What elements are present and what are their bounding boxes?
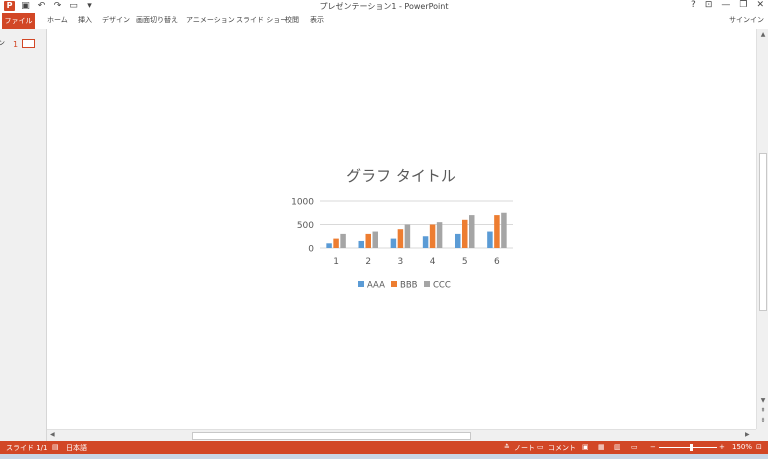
x-axis-ticks: 1 2 3 4 5 6 [333,257,500,267]
pane-label-fragment: ン [0,39,5,47]
scroll-left-icon[interactable]: ◀ [50,431,55,438]
slideshow-view-icon[interactable]: ▭ [631,443,638,451]
chart-legend: AAA BBB CCC [358,281,451,291]
horizontal-scroll-thumb[interactable] [192,432,471,440]
x-tick-label: 1 [333,257,339,267]
bar-aaa [358,240,364,248]
ribbon-display-options-icon[interactable]: ⊡ [705,0,713,10]
workspace: ン 1 グラフ タイトル 0 500 1000 1 2 3 4 5 6 AAA BBB CCC ▲… [0,29,768,441]
signin-link[interactable]: サインイン [729,15,764,25]
normal-view-icon[interactable]: ▣ [582,443,589,451]
scroll-down-icon[interactable]: ▼ [757,397,768,404]
zoom-in-button[interactable]: + [719,443,725,451]
chart[interactable]: グラフ タイトル 0 500 1000 1 2 3 4 5 6 AAA BBB CCC [47,29,756,429]
tab-transitions[interactable]: 画面切り替え [136,15,178,25]
bar-aaa [422,236,429,248]
close-icon[interactable]: ✕ [756,0,764,10]
y-tick-label: 0 [308,245,314,255]
comments-button[interactable]: コメント [548,443,576,453]
bar-bbb [365,233,371,248]
x-tick-label: 6 [494,257,500,267]
tab-slideshow[interactable]: スライド ショー [236,15,287,25]
notes-button[interactable]: ノート [514,443,535,453]
zoom-out-button[interactable]: − [650,443,656,451]
bar-bbb [397,229,404,248]
notes-icon[interactable]: ≛ [504,443,510,451]
tab-animations[interactable]: アニメーション [186,15,235,25]
bar-bbb [333,238,339,248]
tab-insert[interactable]: 挿入 [78,15,92,25]
y-tick-label: 1000 [291,198,314,208]
zoom-slider[interactable] [659,447,717,448]
maximize-icon[interactable]: ❐ [739,0,747,10]
tab-home[interactable]: ホーム [47,15,68,25]
bar-bbb [429,224,436,248]
legend-swatch [358,281,364,287]
legend-label: BBB [400,281,418,291]
reading-view-icon[interactable]: ▥ [614,443,621,451]
language-indicator[interactable]: 日本語 [66,443,87,453]
chart-gridlines [320,200,513,249]
vertical-scroll-thumb[interactable] [759,153,767,311]
tab-design[interactable]: デザイン [102,15,130,25]
spellcheck-icon[interactable]: ▤ [52,443,59,451]
tab-review[interactable]: 校閲 [285,15,299,25]
bar-ccc [501,212,507,248]
y-tick-label: 500 [297,221,314,231]
previous-slide-icon[interactable]: ⇞ [757,407,768,414]
taskbar [0,454,768,459]
slide-counter: スライド 1/1 [6,444,48,452]
x-tick-label: 5 [462,257,468,267]
bar-aaa [326,243,332,248]
zoom-slider-thumb[interactable] [689,444,693,451]
tab-file[interactable]: ファイル [2,13,35,29]
bar-bbb [494,215,500,248]
next-slide-icon[interactable]: ⇟ [757,417,768,424]
horizontal-scrollbar[interactable]: ◀ ▶ [47,429,756,441]
window-title: プレゼンテーション1 - PowerPoint [319,2,449,11]
fit-to-window-icon[interactable]: ⊡ [756,443,762,451]
slide-sorter-icon[interactable]: ▦ [598,443,605,451]
zoom-level[interactable]: 150% [732,443,752,451]
ribbon-tabs: ファイル ホーム 挿入 デザイン 画面切り替え アニメーション スライド ショー… [0,13,768,29]
chart-title: グラフ タイトル [346,167,456,185]
bar-aaa [487,231,493,248]
thumbnail-pane: ン 1 [0,29,47,441]
window-controls: ? ⊡ — ❐ ✕ [691,0,764,10]
slide-canvas[interactable]: グラフ タイトル 0 500 1000 1 2 3 4 5 6 AAA BBB CCC [47,29,756,429]
thumbnail-number: 1 [13,40,19,49]
bar-ccc [404,224,411,248]
x-tick-label: 3 [398,257,404,267]
bar-bbb [462,219,468,248]
chart-bars [326,212,507,248]
help-icon[interactable]: ? [691,0,696,10]
vertical-scrollbar[interactable]: ▲ ▼ ⇞ ⇟ [756,29,768,429]
bar-ccc [469,215,475,248]
bar-ccc [372,231,378,248]
slide-thumbnail[interactable] [22,39,35,48]
scroll-right-icon[interactable]: ▶ [745,431,750,438]
comments-icon[interactable]: ▭ [537,443,544,451]
scroll-up-icon[interactable]: ▲ [757,31,768,38]
bar-ccc [436,222,443,248]
minimize-icon[interactable]: — [721,0,730,10]
bar-aaa [455,233,461,248]
tab-view[interactable]: 表示 [310,15,324,25]
bar-aaa [390,238,397,248]
title-bar: P ▣ ↶ ↷ ▭ ▾ プレゼンテーション1 - PowerPoint ? ⊡ … [0,0,768,13]
x-tick-label: 2 [365,257,371,267]
legend-swatch [391,281,397,287]
status-bar: スライド 1/1 ▤ 日本語 ≛ ノート ▭ コメント ▣ ▦ ▥ ▭ − + … [0,441,768,454]
legend-label: CCC [433,281,451,291]
bar-ccc [340,233,346,248]
legend-label: AAA [367,281,385,291]
y-axis-ticks: 0 500 1000 [291,198,314,255]
x-tick-label: 4 [430,257,436,267]
legend-swatch [424,281,430,287]
